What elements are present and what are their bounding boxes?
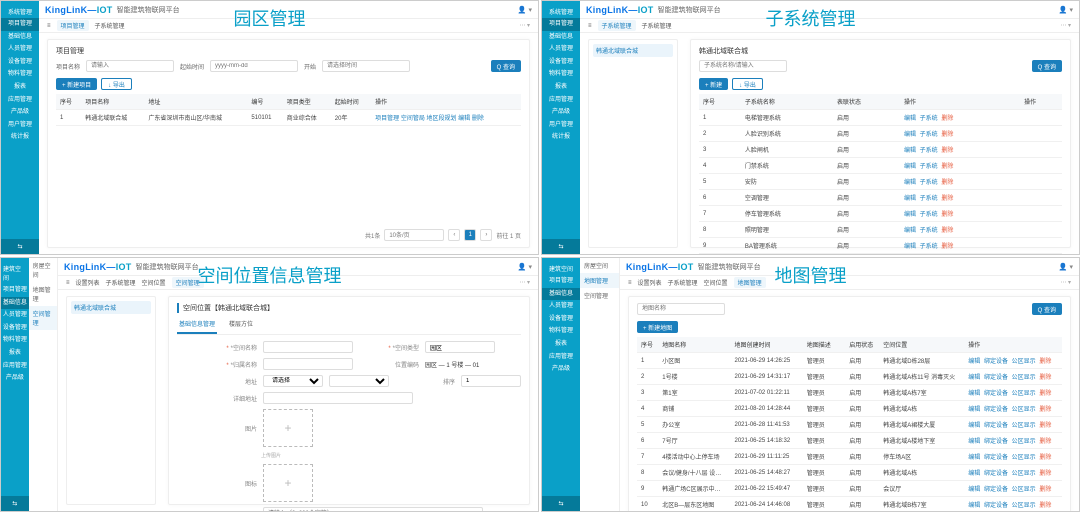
table-row[interactable]: 9韩通广场C区展示中心图2021-06-22 15:49:47管理员启用会议厅编…: [637, 481, 1062, 497]
map-table: 序号地图名称地图创建时间地图描述启用状态空间位置操作 1小区图2021-06-2…: [637, 337, 1062, 511]
secondary-sidebar: 房屋空间 地图管理 空间管理: [580, 258, 620, 511]
table-row[interactable]: 7停车管理系统启用编辑 子系统 删除: [699, 206, 1062, 222]
tree-panel: 韩通北域联合城: [66, 296, 156, 505]
subsystem-table: 序号子系统名称表联状态操作操作 1电梯管理系统启用编辑 子系统 删除2人脸识别系…: [699, 94, 1062, 254]
search-button[interactable]: Q 查询: [491, 60, 521, 72]
table-row[interactable]: 6空调管理启用编辑 子系统 删除: [699, 190, 1062, 206]
add-button[interactable]: + 新建项目: [56, 78, 97, 90]
search-input[interactable]: [699, 60, 787, 72]
sidebar-item[interactable]: 用户管理: [1, 119, 39, 132]
filter-bar: 项目名称 起始时间 开始 Q 查询: [56, 60, 521, 72]
sidebar-item[interactable]: 项目管理: [1, 18, 39, 31]
sidebar-item[interactable]: 基础信息: [1, 31, 39, 44]
table-row[interactable]: 10北区B—层东区地图2021-06-24 14:46:08管理员启用韩通北域B…: [637, 497, 1062, 512]
next-page[interactable]: ›: [480, 229, 492, 241]
map-search[interactable]: [637, 303, 725, 315]
type-select[interactable]: [425, 341, 495, 353]
prev-page[interactable]: ‹: [448, 229, 460, 241]
name-input[interactable]: [86, 60, 174, 72]
sidebar: 建筑空间 项目管理 基础信息 人员管理 设备管理 物料管理 报表 应用管理 产品…: [1, 258, 29, 511]
table-row[interactable]: 2人脸识别系统启用编辑 子系统 删除: [699, 126, 1062, 142]
brand-logo: KingLinK—IOT: [45, 5, 113, 15]
sidebar-item[interactable]: 报表: [1, 81, 39, 94]
sidebar-item[interactable]: 统计报: [1, 131, 39, 144]
sidebar-item[interactable]: 物料管理: [1, 68, 39, 81]
project-table: 序号项目名称地址编号项目类型起始时间操作 1韩通北域联合城广东省深圳市南山区/华…: [56, 94, 521, 126]
sidebar: 系统管理 项目管理 基础信息 人员管理 设备管理 物料管理 报表 应用管理 产品…: [1, 1, 39, 254]
add-map-button[interactable]: + 新建地图: [637, 321, 678, 333]
table-row[interactable]: 1电梯管理系统启用编辑 子系统 删除: [699, 110, 1062, 126]
card-title: 项目管理: [56, 46, 521, 56]
close-tab-icon[interactable]: ⋯ ▾: [519, 22, 530, 29]
topbar: KingLinK—IOT 智能建筑物联网平台 👤 ▾: [39, 1, 538, 19]
upload-image[interactable]: +: [263, 409, 313, 447]
table-row[interactable]: 3人脸闸机启用编辑 子系统 删除: [699, 142, 1062, 158]
pane-map-mgmt: 地图管理 建筑空间 项目管理 基础信息 人员管理 设备管理 物料管理 报表 应用…: [541, 257, 1080, 512]
table-row[interactable]: 4门禁系统启用编辑 子系统 删除: [699, 158, 1062, 174]
pane-park-mgmt: 园区管理 系统管理 项目管理 基础信息 人员管理 设备管理 物料管理 报表 应用…: [0, 0, 539, 255]
table-row[interactable]: 10消防监控启用编辑 子系统 删除: [699, 254, 1062, 255]
pane-space-mgmt: 空间位置信息管理 建筑空间 项目管理 基础信息 人员管理 设备管理 物料管理 报…: [0, 257, 539, 512]
addr-select[interactable]: 请选择: [263, 375, 323, 387]
secondary-sidebar: 房屋空间 地图管理 空间管理: [29, 258, 58, 511]
upload-icon[interactable]: +: [263, 464, 313, 502]
sidebar-toggle[interactable]: ⇆: [1, 239, 39, 254]
table-row[interactable]: 21号楼2021-06-29 14:31:17管理员启用韩通北域A栋11号 消毒…: [637, 369, 1062, 385]
remark-field[interactable]: [263, 507, 483, 511]
sort-field[interactable]: [461, 375, 521, 387]
table-row[interactable]: 67号厅2021-06-25 14:18:32管理员启用韩通北域A楼地下室编辑 …: [637, 433, 1062, 449]
table-row[interactable]: 3第1室2021-07-02 01:22:11管理员启用韩通北域A栋7室编辑 绑…: [637, 385, 1062, 401]
table-row[interactable]: 4商铺2021-08-20 14:28:44管理员启用韩通北域A栋编辑 绑定设备…: [637, 401, 1062, 417]
table-row[interactable]: 8会议/健身/十八层 设备间2021-06-25 14:48:27管理员启用韩通…: [637, 465, 1062, 481]
user-menu[interactable]: 👤 ▾: [518, 6, 532, 14]
table-row[interactable]: 5安防启用编辑 子系统 删除: [699, 174, 1062, 190]
table-row[interactable]: 8照明管理启用编辑 子系统 删除: [699, 222, 1062, 238]
table-row[interactable]: 74楼活动中心上停车场2021-06-29 11:11:25管理员启用停车场A区…: [637, 449, 1062, 465]
table-row[interactable]: 5办公室2021-06-28 11:41:53管理员启用韩通北域A裙楼大厦编辑 …: [637, 417, 1062, 433]
sidebar-item[interactable]: 设备管理: [1, 56, 39, 69]
table-row[interactable]: 9BA管理系统启用编辑 子系统 删除: [699, 238, 1062, 254]
breadcrumb: ≡ 项目管理 子系统管理 ⋯ ▾: [39, 19, 538, 33]
start-input[interactable]: [322, 60, 410, 72]
parent-field[interactable]: [263, 358, 353, 370]
sidebar-item[interactable]: 人员管理: [1, 43, 39, 56]
sidebar-item[interactable]: 产品级: [1, 106, 39, 119]
pagination: 共1条 10条/页 ‹ 1 › 前往 1 页: [56, 225, 521, 241]
tabs: 基础信息管理 楼层方位: [177, 317, 521, 335]
pane-subsystem-mgmt: 子系统管理 系统管理 项目管理 基础信息 人员管理 设备管理 物料管理 报表 应…: [541, 0, 1080, 255]
tree-panel: 韩通北域联合城: [588, 39, 678, 248]
sidebar-item[interactable]: 应用管理: [1, 94, 39, 107]
table-row[interactable]: 1韩通北域联合城广东省深圳市南山区/华南城510101商业综合体20年项目管理 …: [56, 110, 521, 126]
sidebar: 系统管理 项目管理 基础信息 人员管理 设备管理 物料管理 报表 应用管理 产品…: [542, 1, 580, 254]
name-field[interactable]: [263, 341, 353, 353]
date-input[interactable]: [210, 60, 298, 72]
table-row[interactable]: 1小区图2021-06-29 14:26:25管理员启用韩通北域D栋28层编辑 …: [637, 353, 1062, 369]
export-button[interactable]: ↓ 导出: [101, 78, 132, 90]
sidebar: 建筑空间 项目管理 基础信息 人员管理 设备管理 物料管理 报表 应用管理 产品…: [542, 258, 580, 511]
